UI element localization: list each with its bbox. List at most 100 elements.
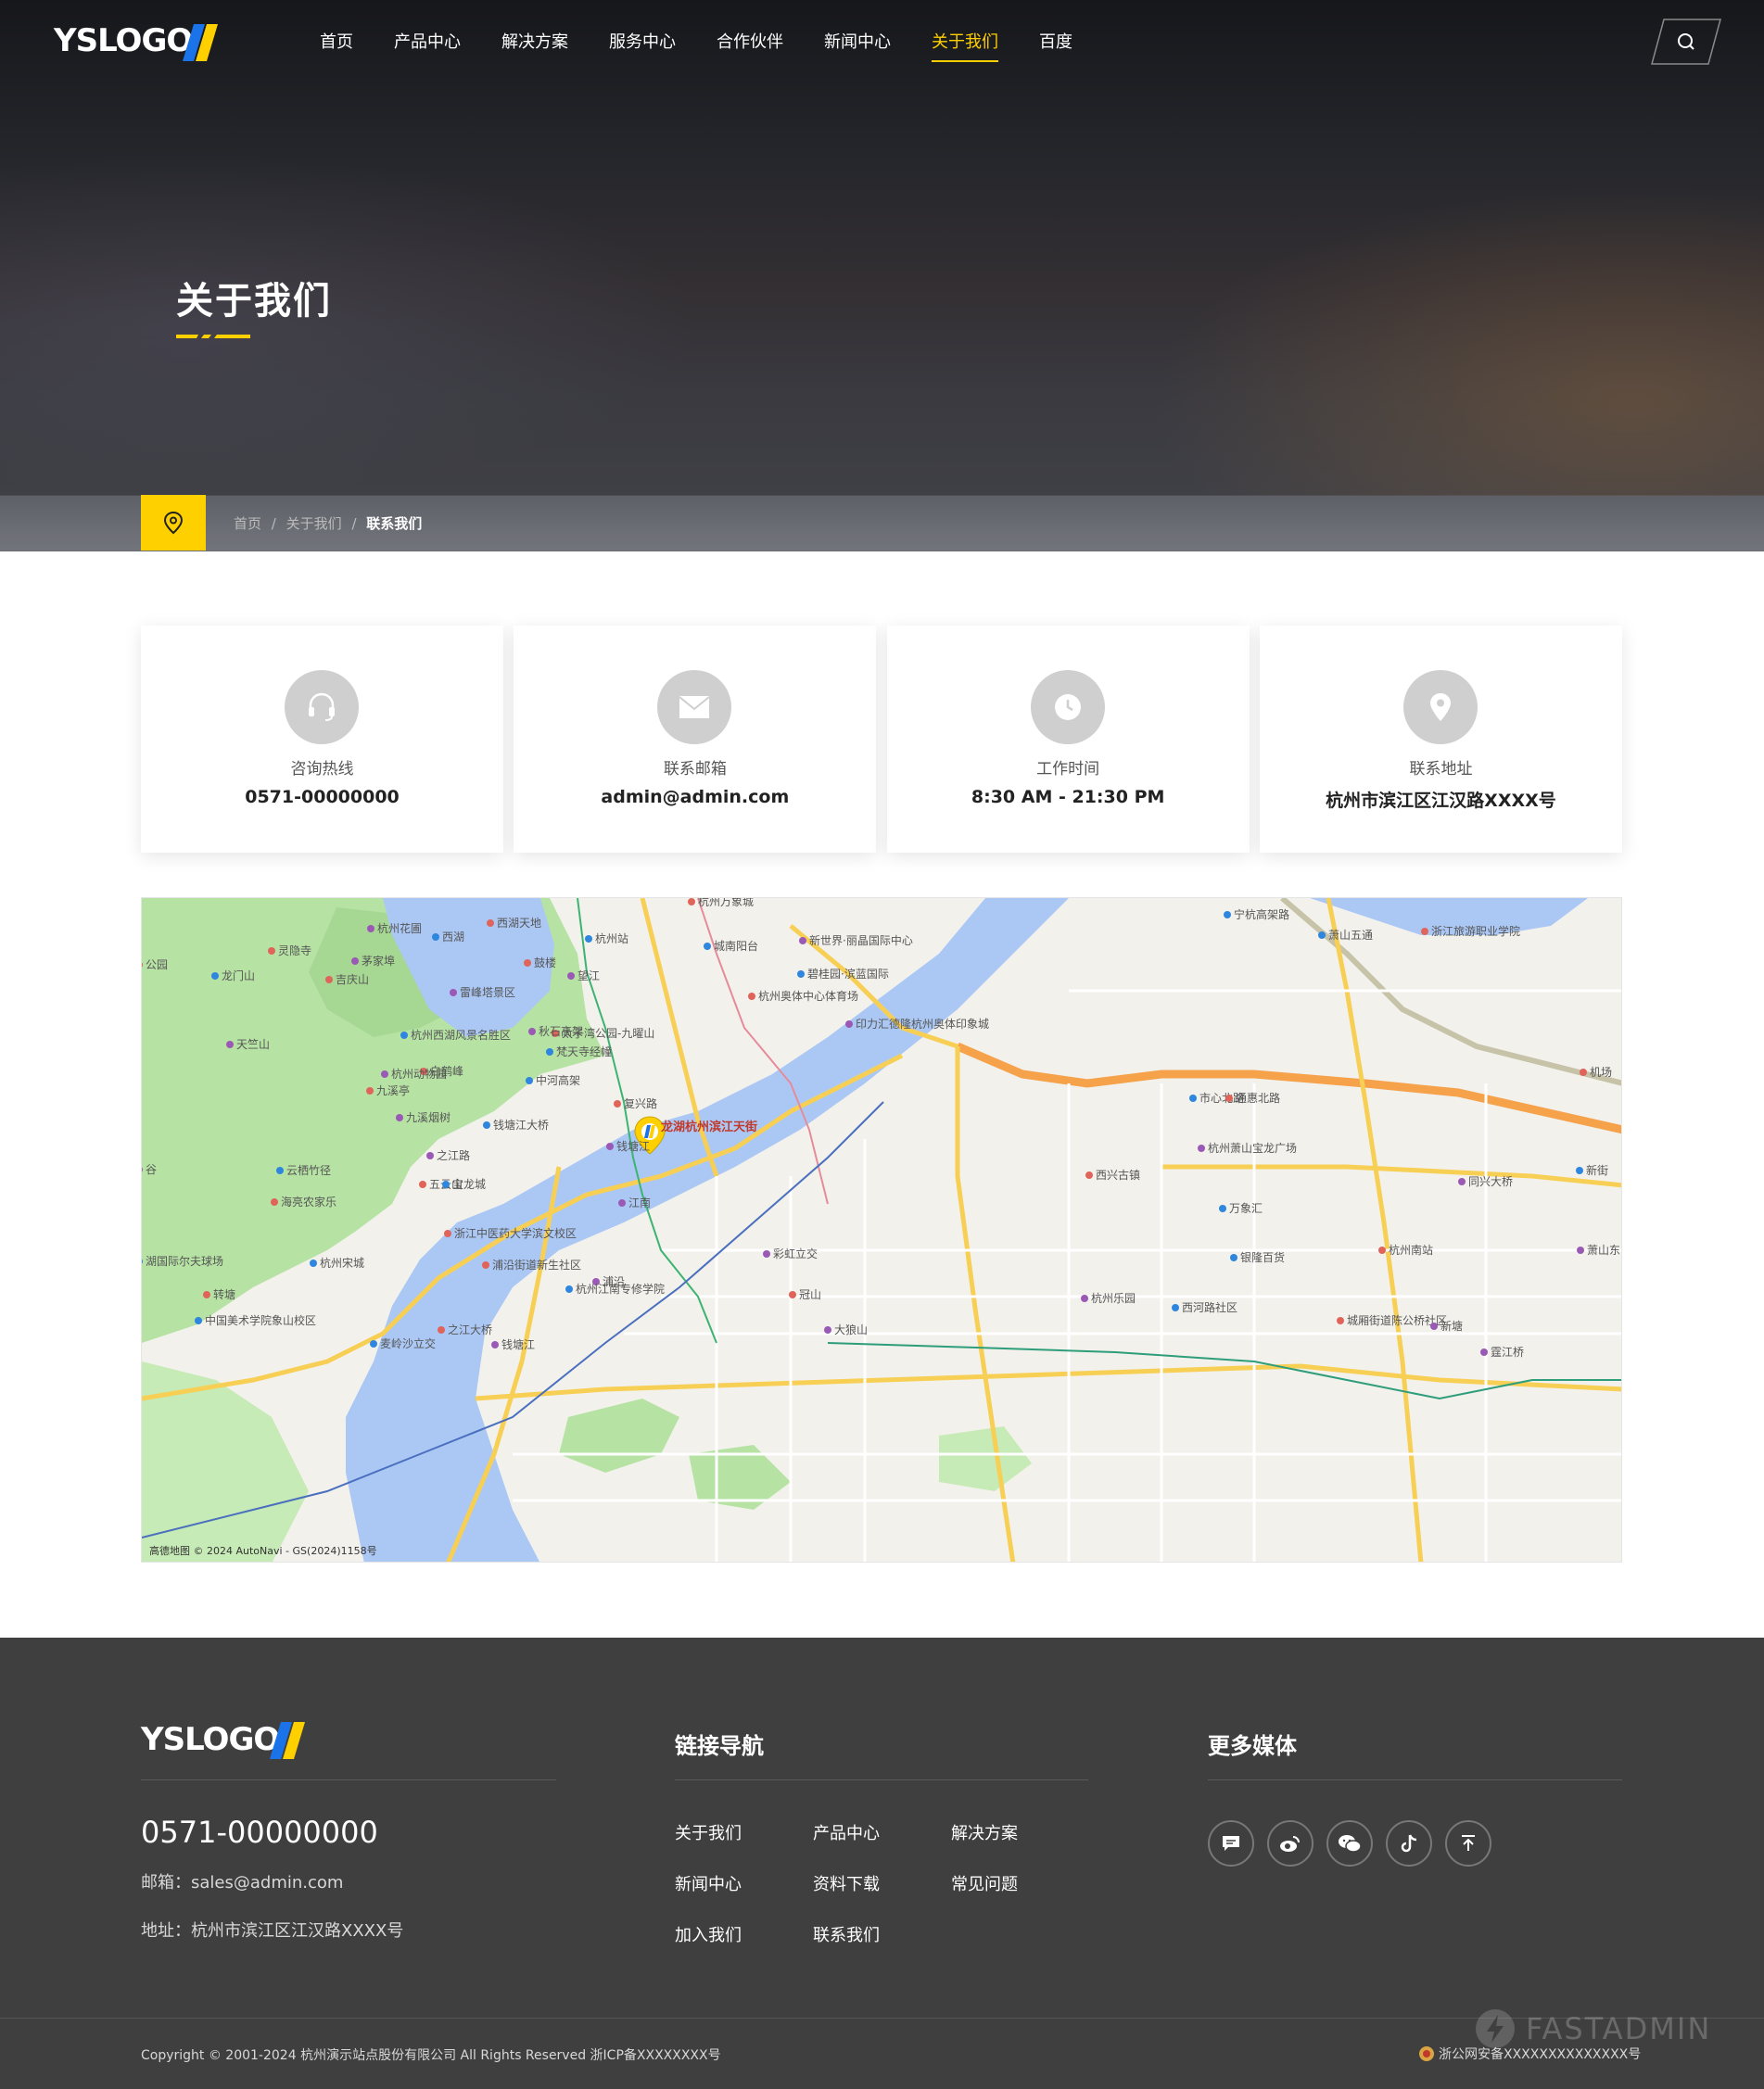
map-poi-marker[interactable] [432, 933, 439, 941]
map-poi-marker[interactable] [491, 1341, 499, 1348]
map-poi-label[interactable]: 宁杭高架路 [1234, 907, 1289, 921]
map-poi-marker[interactable] [211, 972, 219, 980]
location-map[interactable]: 西湖天地 杭州花圃 西湖 灵隐寺 茅家埠 龙门山 吉庆山 雷峰塔景区 杭州站 鼓楼 望江 城南阳台 杭州… [141, 897, 1622, 1563]
footer-logo-text[interactable]: YSLOGO [141, 1721, 280, 1758]
map-poi-label[interactable]: 云栖竹径 [286, 1163, 331, 1177]
map-poi-marker[interactable] [325, 976, 333, 983]
map-poi-label[interactable]: 钱塘江大桥 [493, 1118, 549, 1132]
map-poi-label[interactable]: 彩虹立交 [773, 1247, 818, 1260]
map-poi-marker[interactable] [195, 1317, 202, 1324]
map-poi-marker[interactable] [526, 1077, 533, 1084]
map-poi-label[interactable]: 中河高架 [536, 1073, 580, 1087]
map-poi-marker[interactable] [419, 1181, 426, 1188]
map-poi-marker[interactable] [618, 1199, 626, 1207]
map-poi-marker[interactable] [824, 1326, 831, 1334]
map-poi-marker[interactable] [351, 957, 359, 965]
map-poi-label[interactable]: 杭州宋城 [320, 1256, 364, 1270]
map-poi-label[interactable]: 转塘 [213, 1287, 235, 1301]
social-tiktok-button[interactable] [1386, 1820, 1432, 1867]
map-poi-marker[interactable] [1219, 1205, 1226, 1212]
map-poi-label[interactable]: 杭州动物园 [391, 1067, 447, 1081]
back-to-top-button[interactable] [1445, 1820, 1491, 1867]
map-poi-label[interactable]: 龙门山 [222, 969, 255, 982]
nav-item-solutions[interactable]: 解决方案 [501, 29, 568, 62]
map-poi-marker[interactable] [546, 1048, 553, 1056]
map-poi-label[interactable]: 新世界·丽晶国际中心 [809, 933, 913, 947]
map-poi-label[interactable]: 同兴大桥 [1468, 1175, 1513, 1188]
map-poi-marker[interactable] [1337, 1317, 1344, 1324]
map-poi-label[interactable]: 杭州站 [595, 931, 628, 945]
map-poi-label[interactable]: 钱塘江 [501, 1337, 535, 1351]
map-poi-marker[interactable] [366, 1087, 374, 1095]
map-poi-label[interactable]: 通惠北路 [1236, 1091, 1280, 1105]
map-poi-marker[interactable] [606, 1143, 614, 1150]
map-poi-marker[interactable] [1224, 911, 1231, 918]
map-poi-label[interactable]: 冠山 [799, 1288, 821, 1301]
footer-link-solutions[interactable]: 解决方案 [951, 1820, 1089, 1844]
map-poi-label[interactable]: 江南 [628, 1196, 651, 1209]
map-poi-marker[interactable] [442, 1181, 450, 1188]
footer-link-contact[interactable]: 联系我们 [813, 1922, 951, 1946]
map-poi-marker[interactable] [1378, 1247, 1386, 1254]
map-poi-label[interactable]: 万象汇 [1229, 1202, 1263, 1215]
map-poi-label[interactable]: 九溪烟树 [406, 1110, 451, 1124]
map-poi-label[interactable]: 萧山东 [1587, 1244, 1620, 1257]
nav-item-news[interactable]: 新闻中心 [824, 29, 891, 62]
map-poi-label[interactable]: 萧山五通 [1328, 929, 1373, 942]
map-poi-label[interactable]: 九溪亭 [376, 1083, 410, 1097]
map-poi-marker[interactable] [483, 1121, 490, 1129]
map-poi-marker[interactable] [268, 947, 275, 955]
map-poi-marker[interactable] [748, 993, 755, 1000]
map-poi-label[interactable]: 谷 [146, 1163, 157, 1176]
map-poi-label[interactable]: 海亮农家乐 [281, 1195, 336, 1209]
map-poi-marker[interactable] [565, 1285, 573, 1293]
map-poi-marker[interactable] [614, 1100, 621, 1108]
map-poi-label[interactable]: 吉庆山 [336, 973, 369, 986]
map-poi-label[interactable]: 望江 [577, 969, 600, 982]
map-poi-label[interactable]: 城南阳台 [714, 939, 758, 953]
breadcrumb-parent[interactable]: 关于我们 [286, 515, 342, 532]
social-message-button[interactable] [1208, 1820, 1254, 1867]
map-poi-marker[interactable] [438, 1326, 445, 1334]
map-poi-label[interactable]: 茅家埠 [362, 954, 395, 968]
footer-link-downloads[interactable]: 资料下载 [813, 1871, 951, 1895]
nav-item-products[interactable]: 产品中心 [394, 29, 461, 62]
social-wechat-button[interactable] [1326, 1820, 1373, 1867]
map-poi-label[interactable]: 秋石高架 [539, 1024, 583, 1038]
map-poi-marker[interactable] [585, 935, 592, 943]
map-poi-label[interactable]: 碧桂园·滨蓝国际 [807, 967, 889, 981]
map-poi-label[interactable]: 西湖 [442, 930, 464, 943]
map-poi-label[interactable]: 西湖天地 [497, 916, 541, 930]
map-poi-label[interactable]: 麦岭沙立交 [380, 1336, 436, 1350]
map-marker-label[interactable]: 龙湖杭州滨江天街 [661, 1117, 757, 1134]
map-poi-label[interactable]: 鼓楼 [534, 956, 556, 969]
map-poi-marker[interactable] [482, 1261, 489, 1269]
map-poi-marker[interactable] [1430, 1323, 1438, 1330]
map-poi-label[interactable]: 杭州花圃 [377, 921, 422, 935]
map-poi-marker[interactable] [704, 943, 711, 950]
map-poi-label[interactable]: 杭州奥体中心体育场 [758, 989, 858, 1003]
map-canvas[interactable]: 西湖天地杭州花圃西湖灵隐寺茅家埠龙门山 吉庆山雷峰塔景区杭州站鼓楼望江城南阳台杭州… [142, 898, 1622, 1563]
map-poi-label[interactable]: 复兴路 [624, 1096, 657, 1110]
map-poi-label[interactable]: 机场 [1590, 1066, 1612, 1079]
map-poi-marker[interactable] [799, 937, 806, 944]
nav-item-partners[interactable]: 合作伙伴 [717, 29, 783, 62]
nav-item-services[interactable]: 服务中心 [609, 29, 676, 62]
map-poi-marker[interactable] [487, 919, 494, 927]
map-poi-marker[interactable] [276, 1167, 284, 1174]
map-poi-label[interactable]: 之江路 [437, 1148, 470, 1162]
map-poi-marker[interactable] [203, 1291, 210, 1298]
map-poi-marker[interactable] [1085, 1171, 1093, 1179]
map-poi-label[interactable]: 杭州南站 [1389, 1243, 1433, 1257]
map-poi-marker[interactable] [1081, 1295, 1088, 1302]
map-poi-label[interactable]: 印力汇德隆杭州奥体印象城 [856, 1017, 989, 1031]
map-poi-marker[interactable] [567, 972, 575, 980]
breadcrumb-home[interactable]: 首页 [234, 515, 261, 532]
footer-link-products[interactable]: 产品中心 [813, 1820, 951, 1844]
map-poi-marker[interactable] [1421, 928, 1428, 935]
map-poi-label[interactable]: 浙江旅游职业学院 [1431, 924, 1520, 938]
nav-item-home[interactable]: 首页 [320, 29, 353, 62]
map-poi-label[interactable]: 霆江桥 [1491, 1346, 1524, 1359]
map-poi-marker[interactable] [1230, 1254, 1237, 1261]
map-poi-marker[interactable] [1225, 1095, 1233, 1102]
